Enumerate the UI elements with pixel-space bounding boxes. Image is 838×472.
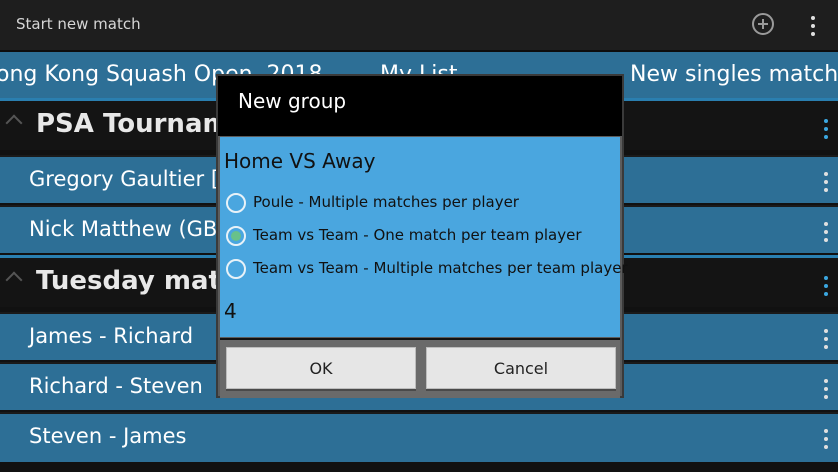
item-menu-icon[interactable] [824,329,828,349]
app-title: Start new match [16,15,141,33]
match-label: Steven - James [29,424,187,448]
item-menu-icon[interactable] [824,222,828,242]
item-menu-icon[interactable] [824,379,828,399]
radio-option-team-multiple-matches[interactable]: Team vs Team - Multiple matches per team… [226,257,628,281]
add-circle-icon[interactable] [752,13,774,35]
chevron-up-icon [5,271,23,289]
new-group-dialog: New group Home VS Away Poule - Multiple … [216,74,628,398]
action-bar: Start new match [0,0,838,52]
radio-label: Team vs Team - One match per team player [253,226,582,244]
chevron-up-icon [5,114,23,132]
dialog-body: Home VS Away Poule - Multiple matches pe… [220,137,628,337]
radio-label: Poule - Multiple matches per player [253,193,519,211]
overflow-menu-icon[interactable] [811,16,815,36]
radio-label: Team vs Team - Multiple matches per team… [253,259,628,277]
list-item[interactable]: Steven - James [0,412,838,462]
cancel-button[interactable]: Cancel [426,347,616,389]
group-menu-icon[interactable] [824,276,828,296]
tab-new-singles-match[interactable]: New singles match [630,62,838,87]
match-label: James - Richard [29,324,194,348]
radio-button[interactable] [226,193,246,213]
match-label: Nick Matthew (GBR) [29,217,241,241]
ok-button[interactable]: OK [226,347,416,389]
dialog-header: New group [218,76,622,136]
group-menu-icon[interactable] [824,119,828,139]
radio-option-poule[interactable]: Poule - Multiple matches per player [226,191,620,215]
count-field[interactable]: 4 [224,299,237,323]
item-menu-icon[interactable] [824,429,828,449]
dialog-title: New group [238,89,347,113]
radio-option-team-one-match[interactable]: Team vs Team - One match per team player [226,224,620,248]
radio-button-selected[interactable] [226,226,246,246]
item-menu-icon[interactable] [824,172,828,192]
radio-button[interactable] [226,259,246,279]
dialog-button-bar: OK Cancel [220,338,620,398]
match-label: Richard - Steven [29,374,203,398]
group-name-field[interactable]: Home VS Away [224,149,375,173]
